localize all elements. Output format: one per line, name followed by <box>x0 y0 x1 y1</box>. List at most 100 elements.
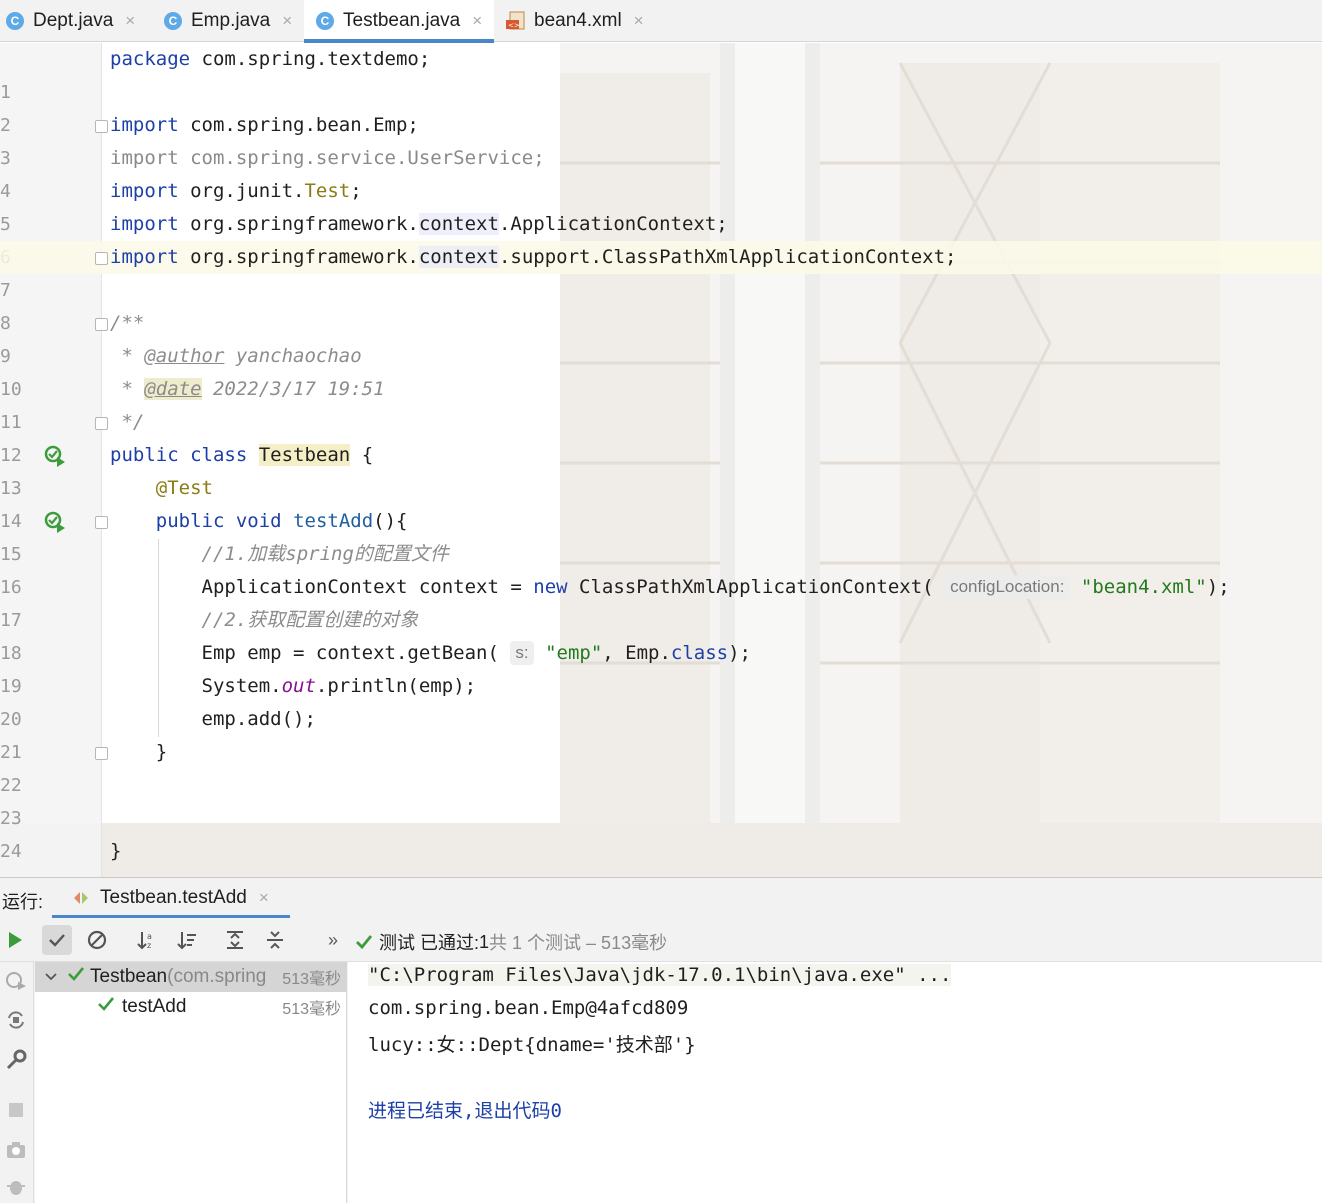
rerun-failed-icon[interactable] <box>4 968 28 992</box>
more-actions-icon[interactable]: » <box>318 925 348 955</box>
code-text: } <box>110 840 122 862</box>
keyword: import <box>110 213 179 235</box>
tab-label: Testbean.java <box>343 10 461 31</box>
test-class-name: Testbean <box>90 966 168 987</box>
fold-marker-icon[interactable] <box>95 516 108 529</box>
close-icon[interactable]: × <box>125 11 135 31</box>
javadoc-comment: /** <box>110 312 145 334</box>
camera-snapshot-icon[interactable] <box>4 1138 28 1162</box>
static-field: out <box>281 675 316 697</box>
console-line: lucy::女::Dept{dname='技术部'} <box>368 1034 696 1056</box>
run-test-gutter-icon[interactable] <box>44 445 66 467</box>
code-line: 11 * @date 2022/3/17 19:51 <box>0 373 1322 433</box>
keyword: import <box>110 180 179 202</box>
code-line-current: 7 import org.springframework.context.sup… <box>0 241 1322 301</box>
code-text: } <box>110 741 168 763</box>
run-test-gutter-icon[interactable] <box>44 511 66 533</box>
status-prefix: 测试 已通过: <box>379 933 480 953</box>
code-text: (){ <box>373 510 408 532</box>
keyword: import <box>110 246 179 268</box>
tab-bean4-xml[interactable]: <> bean4.xml × <box>506 0 656 42</box>
code-line: 3 import com.spring.bean.Emp; <box>0 109 1322 169</box>
code-line: 1 package com.spring.textdemo; <box>0 43 1322 103</box>
code-line: 13 public class Testbean { <box>0 439 1322 499</box>
test-results-tree: Testbean (com.spring 513毫秒 testAdd 513毫秒 <box>35 962 347 1203</box>
show-passed-toggle-icon[interactable] <box>42 925 72 955</box>
expand-all-icon[interactable] <box>220 925 250 955</box>
tab-label: Emp.java <box>191 10 271 31</box>
code-text: context <box>418 213 499 235</box>
line-comment: //1.加载spring的配置文件 <box>110 543 449 565</box>
fold-marker-icon[interactable] <box>95 252 108 265</box>
code-line: 5 import org.junit.Test; <box>0 175 1322 235</box>
collapse-all-icon[interactable] <box>260 925 290 955</box>
sort-alphabetically-icon[interactable]: az <box>132 925 162 955</box>
java-class-icon: C <box>6 12 24 30</box>
sort-by-duration-icon[interactable] <box>172 925 202 955</box>
toggle-auto-test-icon[interactable] <box>4 1008 28 1032</box>
keyword: import <box>110 114 179 136</box>
fold-marker-icon[interactable] <box>95 417 108 430</box>
code-text: ClassPathXmlApplicationContext( <box>567 576 946 598</box>
fold-marker-icon[interactable] <box>95 120 108 133</box>
code-line: 6 import org.springframework.context.App… <box>0 208 1322 268</box>
unused-import-text: import com.spring.service.UserService; <box>110 147 545 169</box>
chevron-down-icon[interactable] <box>45 969 57 985</box>
close-icon[interactable]: × <box>472 11 482 31</box>
close-icon[interactable]: × <box>282 11 292 31</box>
fold-marker-icon[interactable] <box>95 747 108 760</box>
test-config-icon <box>74 892 88 904</box>
code-text: com.spring.textdemo; <box>190 48 431 70</box>
code-line: 20 System.out.println(emp); <box>0 670 1322 730</box>
parameter-hint: configLocation: <box>945 575 1070 599</box>
javadoc-comment: yanchaochao <box>224 345 362 367</box>
test-status: 测试 已通过: 1 共 1 个测试 – 513毫秒 <box>354 929 667 955</box>
string-literal: "bean4.xml" <box>1080 576 1207 598</box>
code-text: com.spring.bean.Emp; <box>178 114 419 136</box>
run-tool-window: 运行: Testbean.testAdd × az » 测试 已通过: 1 共 … <box>0 877 1322 1203</box>
code-text: System. <box>110 675 282 697</box>
javadoc-comment: * <box>110 345 145 367</box>
svg-text:<>: <> <box>508 22 520 30</box>
wrench-settings-icon[interactable] <box>4 1048 28 1072</box>
code-line: 17 ApplicationContext context = new Clas… <box>0 571 1322 631</box>
console-output[interactable]: "C:\Program Files\Java\jdk-17.0.1\bin\ja… <box>348 962 1322 1203</box>
code-text: ); <box>1206 576 1230 598</box>
code-line: 14 @Test <box>0 472 1322 532</box>
run-header: 运行: Testbean.testAdd × <box>0 878 1322 918</box>
code-text: .support.ClassPathXmlApplicationContext; <box>498 246 957 268</box>
tab-testbean-java[interactable]: C Testbean.java × <box>304 0 494 43</box>
code-line: 16 //1.加载spring的配置文件 <box>0 538 1322 598</box>
code-editor[interactable]: 1 package com.spring.textdemo; 2 3 impor… <box>0 43 1322 877</box>
run-config-tab[interactable]: Testbean.testAdd × <box>52 878 290 918</box>
code-line: 12 */ <box>0 406 1322 466</box>
code-line: 22 } <box>0 736 1322 796</box>
tab-emp-java[interactable]: C Emp.java × <box>164 0 296 42</box>
tab-dept-java[interactable]: C Dept.java × <box>6 0 146 42</box>
console-exit-line: 进程已结束,退出代码0 <box>368 1100 562 1122</box>
test-class-package: (com.spring <box>167 966 267 987</box>
run-label: 运行: <box>2 892 44 912</box>
debug-bug-icon[interactable] <box>4 1174 28 1198</box>
fold-marker-icon[interactable] <box>95 318 108 331</box>
tree-row-testbean[interactable]: Testbean (com.spring 513毫秒 <box>35 962 347 992</box>
close-icon[interactable]: × <box>634 11 644 31</box>
editor-tab-bar: C Dept.java × C Emp.java × C Testbean.ja… <box>0 0 1322 43</box>
status-detail: 共 1 个测试 – 513毫秒 <box>489 933 668 953</box>
svg-text:z: z <box>147 941 151 950</box>
code-line: 10 * @author yanchaochao <box>0 340 1322 400</box>
show-ignored-toggle-icon[interactable] <box>82 925 112 955</box>
tree-row-testadd[interactable]: testAdd 513毫秒 <box>35 992 347 1022</box>
javadoc-comment: */ <box>110 411 145 433</box>
rerun-icon[interactable] <box>0 925 30 955</box>
pass-check-icon <box>356 935 373 950</box>
close-icon[interactable]: × <box>259 888 269 908</box>
keyword: package <box>110 48 191 70</box>
stop-icon[interactable] <box>4 1098 28 1122</box>
run-toolbar: az » 测试 已通过: 1 共 1 个测试 – 513毫秒 <box>0 918 1322 962</box>
